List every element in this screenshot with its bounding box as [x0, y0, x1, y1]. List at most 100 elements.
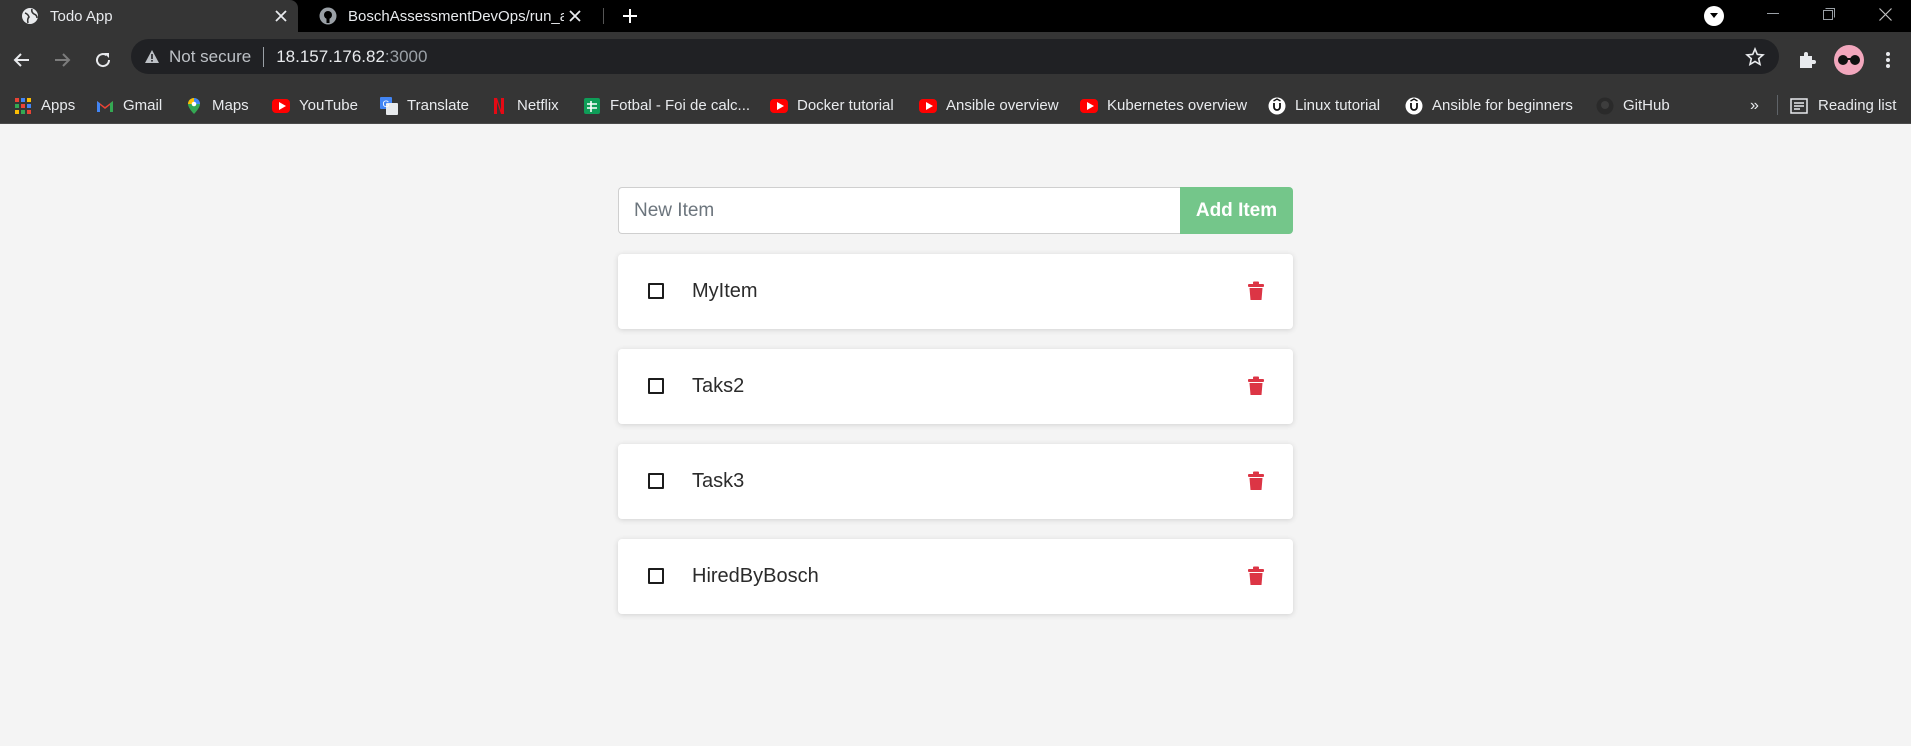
youtube-icon — [770, 97, 788, 115]
bookmark-label: Ansible overview — [946, 97, 1059, 114]
reading-list-button[interactable]: Reading list — [1790, 87, 1896, 124]
restore-icon — [1823, 8, 1835, 20]
trash-icon[interactable] — [1247, 471, 1265, 491]
bookmarks-bar: Apps Gmail Maps YouTube G Translate Netf… — [0, 87, 1911, 124]
udemy-icon — [1405, 97, 1423, 115]
new-item-input[interactable] — [618, 187, 1180, 234]
star-icon[interactable] — [1745, 46, 1765, 67]
bookmark-label: Maps — [212, 97, 249, 114]
bookmark-label: Fotbal - Foi de calc... — [610, 97, 751, 114]
netflix-icon — [490, 97, 508, 115]
apps-grid-icon — [14, 97, 32, 115]
bookmark-label: Kubernetes overview — [1107, 97, 1248, 114]
glasses-icon — [1838, 55, 1860, 65]
trash-icon[interactable] — [1247, 376, 1265, 396]
add-item-form: Add Item — [618, 187, 1293, 234]
github-icon — [318, 6, 338, 26]
back-button[interactable] — [6, 44, 38, 76]
svg-text:G: G — [383, 99, 390, 109]
reload-button[interactable] — [87, 44, 119, 76]
trash-icon[interactable] — [1247, 566, 1265, 586]
bookmark-label: Netflix — [517, 97, 559, 114]
url-host[interactable]: 18.157.176.82 — [276, 47, 385, 67]
plus-icon — [623, 9, 637, 23]
bookmark-netflix[interactable]: Netflix — [490, 87, 559, 124]
arrow-right-icon — [55, 53, 71, 67]
bookmark-kubernetes-overview[interactable]: Kubernetes overview — [1080, 87, 1247, 124]
bookmark-label: Gmail — [123, 97, 163, 114]
add-item-button[interactable]: Add Item — [1180, 187, 1293, 234]
bookmark-label: Apps — [41, 97, 76, 114]
udemy-icon — [1268, 97, 1286, 115]
todo-item-name: HiredByBosch — [692, 565, 819, 587]
todo-item: MyItem — [618, 254, 1293, 329]
todo-app-page: Add Item MyItem Taks2 Task3 HiredByBo — [0, 124, 1911, 746]
todo-item: Taks2 — [618, 349, 1293, 424]
url-port[interactable]: :3000 — [385, 47, 428, 67]
extensions-puzzle-icon[interactable] — [1797, 50, 1817, 70]
omnibox-divider — [263, 46, 265, 67]
todo-checkbox[interactable] — [648, 283, 664, 299]
bookmark-docker-tutorial[interactable]: Docker tutorial — [770, 87, 894, 124]
arrow-left-icon — [13, 53, 29, 67]
youtube-icon — [1080, 97, 1098, 115]
bookmarks-overflow-button[interactable]: » — [1750, 87, 1759, 124]
new-tab-button[interactable] — [617, 3, 643, 29]
todo-item-name: Taks2 — [692, 375, 745, 397]
trash-icon[interactable] — [1247, 281, 1265, 301]
youtube-icon — [272, 97, 290, 115]
close-icon — [1878, 7, 1892, 21]
tab-title: Todo App — [50, 7, 113, 25]
warning-icon[interactable] — [144, 49, 160, 65]
more-vert-icon[interactable] — [1880, 50, 1896, 70]
bookmark-apps[interactable]: Apps — [14, 87, 75, 124]
globe-icon — [20, 6, 40, 26]
profile-avatar[interactable] — [1834, 45, 1864, 75]
window-close-button[interactable] — [1862, 0, 1908, 28]
bookmark-ansible-for-beginners[interactable]: Ansible for beginners — [1405, 87, 1573, 124]
bookmarks-divider — [1777, 95, 1778, 115]
tab-search-button[interactable] — [1704, 6, 1724, 26]
security-label[interactable]: Not secure — [169, 47, 251, 67]
todo-item-name: MyItem — [692, 280, 758, 302]
todo-checkbox[interactable] — [648, 378, 664, 394]
browser-tab-strip: Todo App BoschAssessmentDevOps/run_ap — [0, 0, 1911, 32]
bookmark-gmail[interactable]: Gmail — [96, 87, 162, 124]
minimize-icon — [1767, 13, 1779, 14]
chevron-down-icon — [1710, 13, 1718, 18]
tab-title: BoschAssessmentDevOps/run_ap — [348, 7, 564, 25]
maps-pin-icon — [185, 97, 203, 115]
github-icon — [1596, 97, 1614, 115]
tab-github[interactable]: BoschAssessmentDevOps/run_ap — [302, 0, 592, 32]
reading-list-icon — [1790, 97, 1808, 115]
reading-list-label: Reading list — [1818, 97, 1897, 114]
bookmark-linux-tutorial[interactable]: Linux tutorial — [1268, 87, 1380, 124]
gmail-icon — [96, 97, 114, 115]
bookmark-youtube[interactable]: YouTube — [272, 87, 358, 124]
close-icon[interactable] — [270, 5, 292, 27]
close-icon[interactable] — [564, 5, 586, 27]
tab-todo-app[interactable]: Todo App — [0, 0, 298, 32]
bookmark-label: Linux tutorial — [1295, 97, 1381, 114]
tab-divider — [603, 8, 604, 24]
bookmark-label: Translate — [407, 97, 469, 114]
sheets-icon — [583, 97, 601, 115]
bookmark-ansible-overview[interactable]: Ansible overview — [919, 87, 1059, 124]
browser-toolbar: Not secure 18.157.176.82:3000 — [0, 32, 1911, 87]
translate-icon: G — [380, 96, 398, 115]
address-bar[interactable]: Not secure 18.157.176.82:3000 — [131, 39, 1779, 74]
bookmark-github[interactable]: GitHub — [1596, 87, 1670, 124]
restore-button[interactable] — [1806, 0, 1852, 28]
bookmark-maps[interactable]: Maps — [185, 87, 249, 124]
todo-checkbox[interactable] — [648, 568, 664, 584]
bookmark-label: Ansible for beginners — [1432, 97, 1573, 114]
bookmark-label: GitHub — [1623, 97, 1670, 114]
todo-item: HiredByBosch — [618, 539, 1293, 614]
forward-button[interactable] — [46, 44, 78, 76]
minimize-button[interactable] — [1750, 0, 1796, 28]
todo-checkbox[interactable] — [648, 473, 664, 489]
bookmark-fotbal-sheet[interactable]: Fotbal - Foi de calc... — [583, 87, 750, 124]
bookmark-translate[interactable]: G Translate — [380, 87, 469, 124]
bookmark-label: YouTube — [299, 97, 358, 114]
reload-icon — [96, 53, 111, 68]
